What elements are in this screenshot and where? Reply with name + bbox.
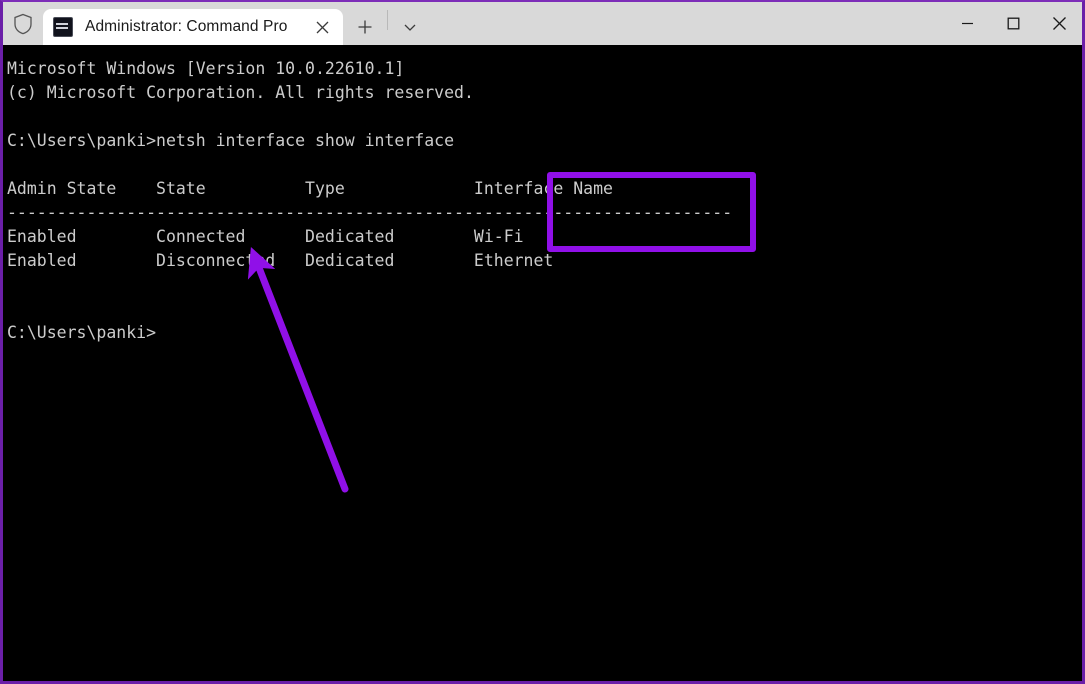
table-row: Enabled Disconnected Dedicated Ethernet (7, 251, 554, 270)
chevron-down-icon (404, 24, 416, 31)
tab-close-icon[interactable] (307, 12, 337, 42)
terminal-icon (53, 17, 73, 37)
tab-title: Administrator: Command Pro (85, 18, 288, 35)
terminal-command-line: C:\Users\panki>netsh interface show inte… (7, 131, 455, 150)
plus-icon (358, 20, 372, 34)
minimize-button[interactable] (944, 2, 990, 45)
terminal-line: (c) Microsoft Corporation. All rights re… (7, 83, 474, 102)
shield-icon (3, 2, 43, 45)
terminal-line: Microsoft Windows [Version 10.0.22610.1] (7, 59, 405, 78)
new-tab-button[interactable] (343, 9, 387, 45)
minimize-icon (961, 22, 973, 25)
maximize-icon (1007, 17, 1019, 30)
terminal-tab[interactable]: Administrator: Command Pro (43, 9, 343, 45)
tab-dropdown-button[interactable] (388, 9, 432, 45)
title-bar: Administrator: Command Pro (3, 2, 1082, 45)
terminal-prompt-line: C:\Users\panki> (7, 323, 157, 342)
maximize-button[interactable] (990, 2, 1036, 45)
window-controls (944, 2, 1082, 45)
table-header-row: Admin State State Type Interface Name (7, 179, 613, 198)
close-icon (1052, 17, 1066, 30)
table-row: Enabled Connected Dedicated Wi-Fi (7, 227, 524, 246)
table-divider-row: ----------------------------------------… (7, 203, 733, 222)
terminal-window: Administrator: Command Pro Microsoft Win… (0, 0, 1085, 684)
close-button[interactable] (1036, 2, 1082, 45)
terminal-output-area[interactable]: Microsoft Windows [Version 10.0.22610.1]… (3, 45, 1082, 681)
